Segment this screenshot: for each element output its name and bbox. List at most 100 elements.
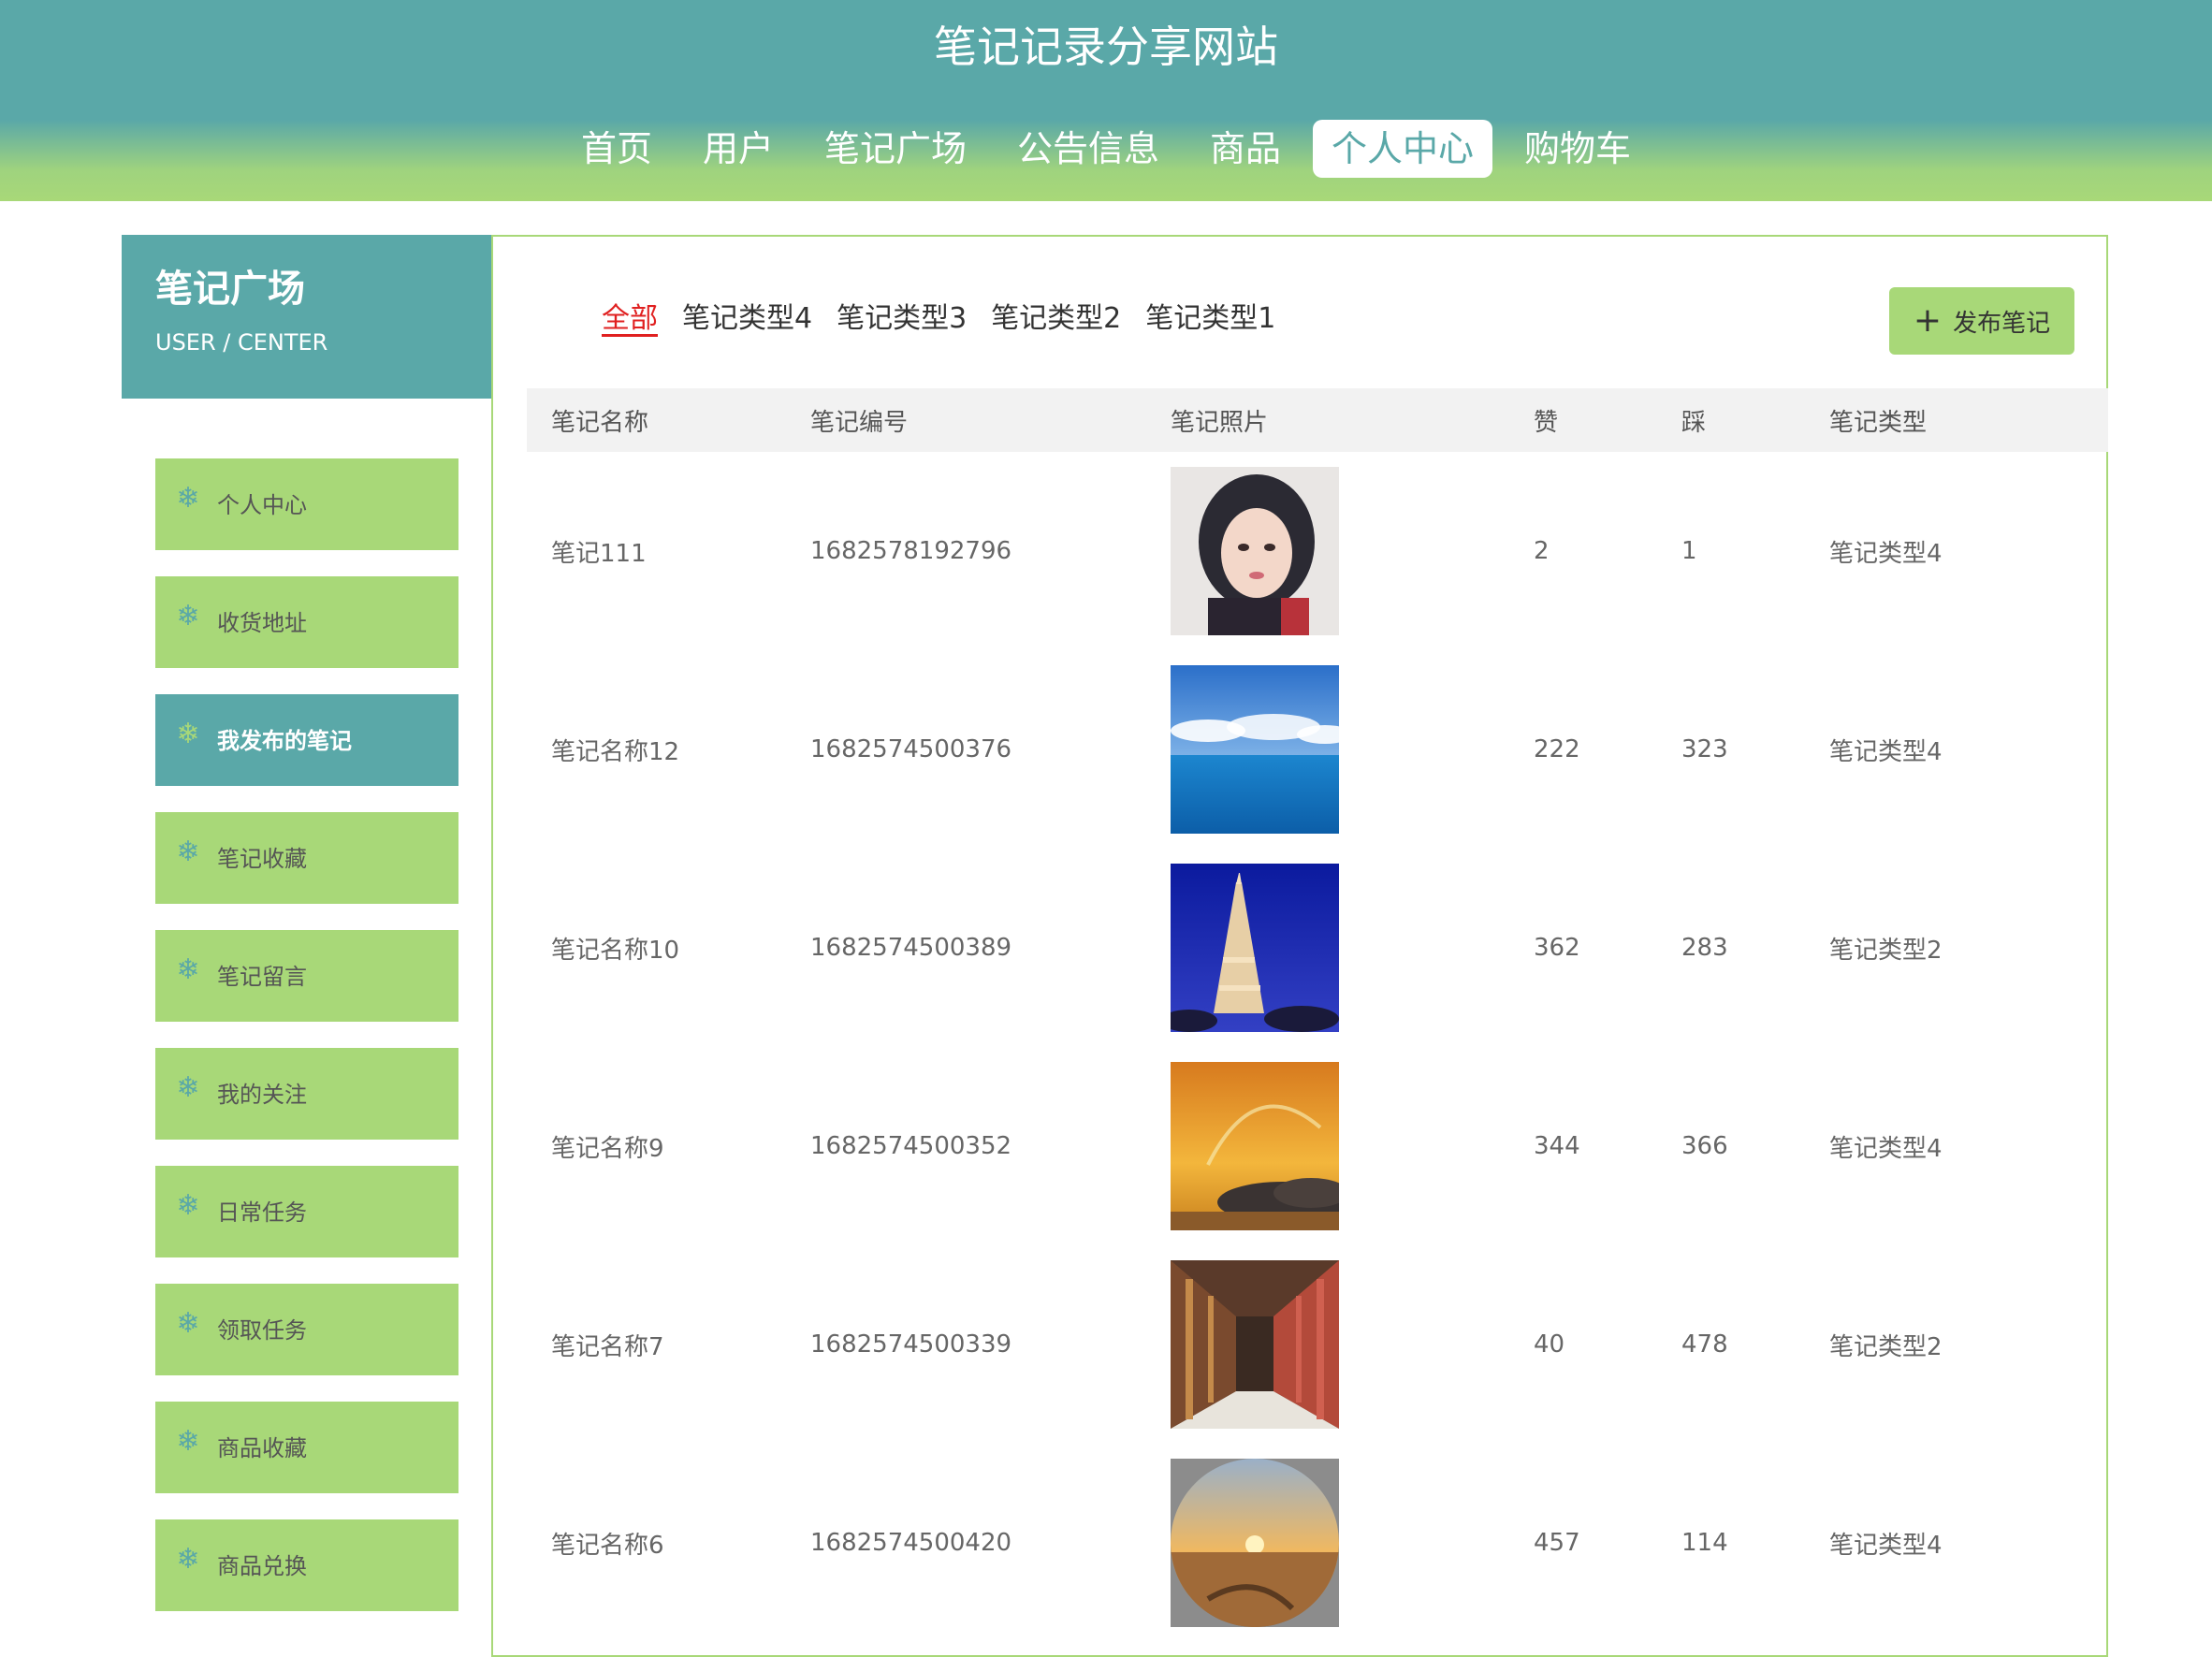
sidebar-item-label: 领取任务 [217, 1317, 307, 1344]
cell-note-type: 笔记类型4 [1829, 539, 1943, 568]
sidebar-item-product-exchange[interactable]: ❄ 商品兑换 [155, 1519, 458, 1611]
table-row[interactable]: 笔记名称10 1682574500389 362 283 笔记类型2 [527, 849, 2108, 1047]
snowflake-icon: ❄ [176, 953, 200, 986]
cell-note-photo [1171, 864, 1534, 1032]
cell-dislike: 1 [1681, 537, 1697, 565]
cell-note-number: 1682574500376 [810, 735, 1012, 763]
plus-icon: + [1913, 301, 1943, 340]
cell-note-type: 笔记类型2 [1829, 936, 1943, 965]
cell-note-number: 1682574500352 [810, 1132, 1012, 1160]
sidebar-item-label: 个人中心 [217, 492, 307, 518]
cell-like: 344 [1534, 1132, 1580, 1160]
filter-tab-type2[interactable]: 笔记类型2 [991, 298, 1121, 340]
sidebar-item-label: 收货地址 [217, 610, 307, 636]
sidebar-item-label: 笔记收藏 [217, 846, 307, 872]
table-row[interactable]: 笔记名称9 1682574500352 344 366 笔记类型4 [527, 1047, 2108, 1245]
table-row[interactable]: 笔记111 1682578192796 2 1 笔记类型4 [527, 452, 2108, 650]
sidebar-item-label: 日常任务 [217, 1199, 307, 1226]
header-note-name: 笔记名称 [551, 408, 649, 437]
sidebar-header: 笔记广场 USER / CENTER [122, 235, 491, 399]
sidebar-item-label: 商品收藏 [217, 1435, 307, 1461]
filter-tab-type1[interactable]: 笔记类型1 [1145, 298, 1275, 340]
nav-item-users[interactable]: 用户 [684, 120, 793, 178]
cell-note-type: 笔记类型2 [1829, 1332, 1943, 1361]
snowflake-icon: ❄ [176, 1189, 200, 1222]
cell-like: 362 [1534, 934, 1580, 962]
sidebar-item-label: 我发布的笔记 [217, 728, 352, 754]
nav-item-note-square[interactable]: 笔记广场 [806, 120, 985, 178]
cell-dislike: 323 [1681, 735, 1728, 763]
cell-like: 222 [1534, 735, 1580, 763]
snowflake-icon: ❄ [176, 836, 200, 868]
cell-note-name: 笔记111 [551, 539, 647, 568]
nav-item-cart[interactable]: 购物车 [1506, 120, 1650, 178]
cell-dislike: 478 [1681, 1330, 1728, 1359]
sidebar-title: 笔记广场 [155, 268, 305, 311]
cell-note-name: 笔记名称7 [551, 1332, 664, 1361]
cell-like: 457 [1534, 1529, 1580, 1557]
cell-note-type: 笔记类型4 [1829, 737, 1943, 766]
sidebar-item-label: 笔记留言 [217, 964, 307, 990]
sunset-rainbow-photo[interactable] [1171, 1062, 1339, 1230]
desert-sunset-photo[interactable] [1171, 1459, 1339, 1627]
nav-item-personal-center[interactable]: 个人中心 [1313, 120, 1493, 178]
nav-item-announcements[interactable]: 公告信息 [998, 120, 1178, 178]
nav-item-home[interactable]: 首页 [562, 120, 671, 178]
snowflake-icon: ❄ [176, 718, 200, 750]
nav-item-products[interactable]: 商品 [1191, 120, 1300, 178]
sidebar-menu: ❄ 个人中心 ❄ 收货地址 ❄ 我发布的笔记 ❄ 笔记收藏 ❄ 笔记留言 ❄ 我… [155, 458, 458, 1637]
cell-note-name: 笔记名称6 [551, 1531, 664, 1560]
filter-tab-type4[interactable]: 笔记类型4 [682, 298, 812, 340]
table-row[interactable]: 笔记名称7 1682574500339 40 478 笔记类型2 [527, 1245, 2108, 1444]
publish-note-label: 发布笔记 [1953, 309, 2051, 338]
filter-tabs: 全部 笔记类型4 笔记类型3 笔记类型2 笔记类型1 [602, 298, 1275, 340]
cell-note-type: 笔记类型4 [1829, 1531, 1943, 1560]
eiffel-tower-photo[interactable] [1171, 864, 1339, 1032]
cell-note-photo [1171, 1260, 1534, 1429]
sea-sky-photo[interactable] [1171, 665, 1339, 834]
cell-note-number: 1682578192796 [810, 537, 1012, 565]
header-dislike: 踩 [1681, 408, 1707, 437]
sidebar-item-my-follows[interactable]: ❄ 我的关注 [155, 1048, 458, 1140]
notes-table: 笔记名称 笔记编号 笔记照片 赞 踩 笔记类型 笔记111 1682578192… [527, 388, 2108, 1642]
sidebar-item-note-comments[interactable]: ❄ 笔记留言 [155, 930, 458, 1022]
cell-note-name: 笔记名称12 [551, 737, 680, 766]
filter-tab-type3[interactable]: 笔记类型3 [837, 298, 967, 340]
sidebar-item-shipping-address[interactable]: ❄ 收货地址 [155, 576, 458, 668]
cell-note-photo [1171, 1062, 1534, 1230]
main-panel: 全部 笔记类型4 笔记类型3 笔记类型2 笔记类型1 + 发布笔记 笔记名称 笔… [491, 235, 2108, 1657]
sidebar-subtitle: USER / CENTER [155, 329, 328, 356]
table-header: 笔记名称 笔记编号 笔记照片 赞 踩 笔记类型 [527, 388, 2108, 452]
sidebar-item-product-favorites[interactable]: ❄ 商品收藏 [155, 1402, 458, 1493]
publish-note-button[interactable]: + 发布笔记 [1889, 287, 2074, 355]
corridor-photo[interactable] [1171, 1260, 1339, 1429]
site-title: 笔记记录分享网站 [934, 22, 1278, 72]
cell-note-type: 笔记类型4 [1829, 1134, 1943, 1163]
filter-tab-all[interactable]: 全部 [602, 298, 658, 340]
cell-dislike: 114 [1681, 1529, 1728, 1557]
snowflake-icon: ❄ [176, 600, 200, 632]
header-note-number: 笔记编号 [810, 408, 909, 437]
sidebar-item-daily-tasks[interactable]: ❄ 日常任务 [155, 1166, 458, 1257]
table-row[interactable]: 笔记名称6 1682574500420 457 114 笔记类型4 [527, 1444, 2108, 1642]
cell-dislike: 283 [1681, 934, 1728, 962]
snowflake-icon: ❄ [176, 482, 200, 515]
cell-note-photo [1171, 665, 1534, 834]
snowflake-icon: ❄ [176, 1307, 200, 1340]
cell-note-name: 笔记名称9 [551, 1134, 664, 1163]
cell-note-number: 1682574500339 [810, 1330, 1012, 1359]
header-note-type: 笔记类型 [1829, 408, 1928, 437]
cell-note-number: 1682574500420 [810, 1529, 1012, 1557]
header-like: 赞 [1534, 408, 1559, 437]
sidebar-item-note-favorites[interactable]: ❄ 笔记收藏 [155, 812, 458, 904]
table-row[interactable]: 笔记名称12 1682574500376 222 323 笔记类型4 [527, 650, 2108, 849]
sidebar-item-claim-tasks[interactable]: ❄ 领取任务 [155, 1284, 458, 1375]
cell-like: 2 [1534, 537, 1550, 565]
snowflake-icon: ❄ [176, 1543, 200, 1576]
snowflake-icon: ❄ [176, 1425, 200, 1458]
sidebar-item-my-notes[interactable]: ❄ 我发布的笔记 [155, 694, 458, 786]
sidebar-item-label: 商品兑换 [217, 1553, 307, 1579]
portrait-photo[interactable] [1171, 467, 1339, 635]
sidebar-item-label: 我的关注 [217, 1082, 307, 1108]
sidebar-item-personal-center[interactable]: ❄ 个人中心 [155, 458, 458, 550]
